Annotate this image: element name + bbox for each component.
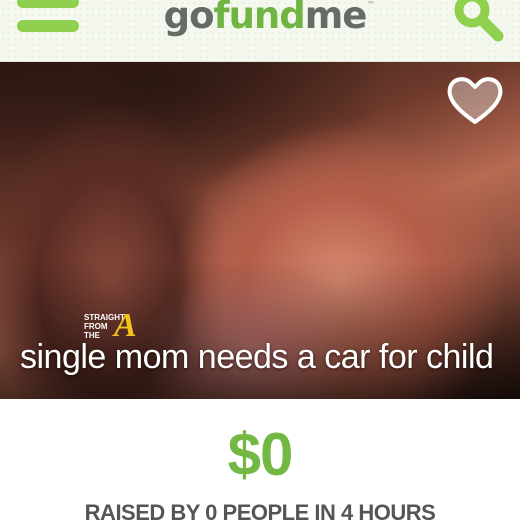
logo-go: go <box>163 0 215 37</box>
raised-summary: RAISED BY 0 PEOPLE IN 4 HOURS <box>84 500 436 525</box>
menu-bar <box>17 20 79 32</box>
top-navigation-bar: gofundme ™ <box>0 0 520 62</box>
gofundme-logo[interactable]: gofundme ™ <box>160 0 375 46</box>
photo-gradient-overlay <box>0 259 520 399</box>
amount-raised: $0 <box>227 421 294 488</box>
campaign-photo[interactable]: STRAIGHT FROM THE A single mom needs a c… <box>0 62 520 399</box>
logo-trademark: ™ <box>367 0 375 9</box>
heart-icon[interactable] <box>446 74 504 126</box>
search-icon[interactable] <box>446 0 510 46</box>
campaign-title[interactable]: single mom needs a car for child <box>20 338 510 377</box>
hamburger-menu-icon[interactable] <box>17 0 79 34</box>
logo-fund: fund <box>213 0 305 37</box>
logo-me: me <box>304 0 368 37</box>
menu-bar <box>17 0 79 8</box>
watermark-line2: FROM <box>84 322 108 331</box>
